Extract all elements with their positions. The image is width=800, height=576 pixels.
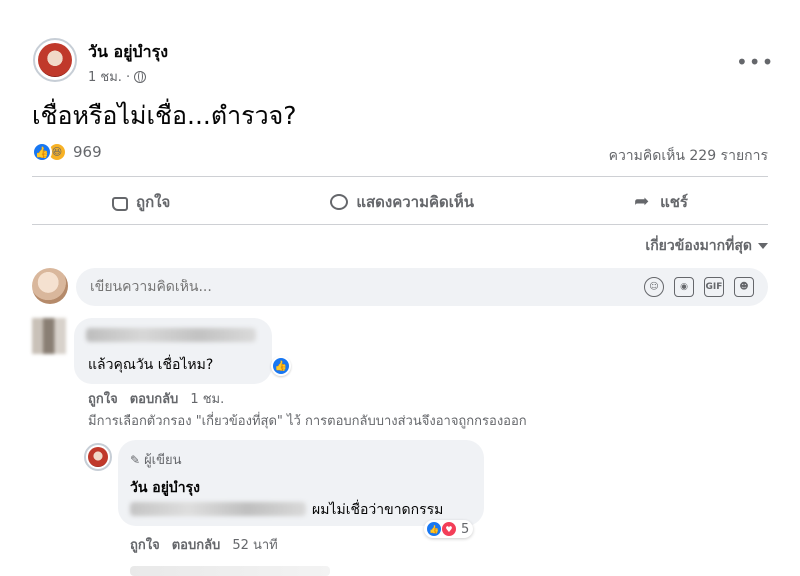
comment-text: แล้วคุณวัน เชื่อไหม?: [88, 357, 214, 373]
comment-like-link[interactable]: ถูกใจ: [88, 388, 118, 409]
like-reaction-icon: 👍: [32, 142, 52, 162]
comment-sort-dropdown[interactable]: เกี่ยวข้องมากที่สุด: [645, 235, 768, 257]
more-options-button[interactable]: •••: [736, 50, 774, 74]
reply-reaction-summary[interactable]: 👍 ♥ 5: [424, 520, 474, 538]
current-user-avatar[interactable]: [32, 268, 68, 304]
like-label: ถูกใจ: [136, 193, 171, 211]
author-badge: ✎ ผู้เขียน: [130, 449, 182, 470]
page-avatar[interactable]: [33, 38, 77, 82]
like-reaction-icon[interactable]: 👍: [271, 356, 291, 376]
reply-author-name[interactable]: วัน อยู่บำรุง: [130, 477, 200, 499]
love-reaction-icon: ♥: [441, 521, 457, 537]
gif-icon[interactable]: GIF: [704, 277, 724, 297]
comment-label: แสดงความคิดเห็น: [356, 193, 475, 211]
reaction-count: 969: [73, 143, 102, 161]
divider: [32, 224, 768, 225]
reply-text: ผมไม่เชื่อว่าขาดกรรม: [312, 502, 444, 518]
reply-reply-link[interactable]: ตอบกลับ: [172, 534, 221, 555]
pencil-icon: ✎: [130, 452, 141, 467]
comment-input[interactable]: [90, 279, 490, 295]
sort-label: เกี่ยวข้องมากที่สุด: [645, 238, 752, 254]
camera-icon[interactable]: ◉: [674, 277, 694, 297]
reaction-summary[interactable]: 👍 😆 969: [32, 142, 102, 162]
commenter-avatar[interactable]: [32, 318, 66, 354]
post-author-name[interactable]: วัน อยู่บำรุง: [88, 40, 168, 65]
comment-button[interactable]: แสดงความคิดเห็น: [330, 190, 474, 214]
comment-count-link[interactable]: ความคิดเห็น 229 รายการ: [609, 145, 768, 167]
post-actions: ถูกใจ แสดงความคิดเห็น ➦ แชร์: [32, 184, 768, 220]
comment-icon: [330, 194, 349, 210]
post-meta: 1 ชม. ·: [88, 66, 147, 87]
post-time[interactable]: 1 ชม. ·: [88, 66, 130, 87]
reply-time[interactable]: 52 นาที: [232, 534, 277, 555]
thumbs-up-icon: [112, 196, 129, 211]
reply-author-avatar[interactable]: [84, 443, 112, 471]
commenter-name-blurred[interactable]: [86, 328, 256, 342]
like-reaction-icon: 👍: [426, 521, 442, 537]
post-text: เชื่อหรือไม่เชื่อ...ตำรวจ?: [32, 101, 297, 130]
divider: [32, 176, 768, 177]
share-arrow-icon: ➦: [634, 191, 650, 212]
share-label: แชร์: [660, 193, 688, 211]
author-badge-label: ผู้เขียน: [144, 453, 182, 468]
globe-icon: [134, 70, 147, 83]
comment-reply-link[interactable]: ตอบกลับ: [130, 388, 179, 409]
more-replies-faded: [130, 566, 330, 576]
comment-composer[interactable]: ☺ ◉ GIF ☻: [76, 268, 768, 306]
caret-down-icon: [758, 243, 768, 249]
comment-actions: ถูกใจ ตอบกลับ 1 ชม.: [88, 388, 224, 409]
filter-notice: มีการเลือกตัวกรอง "เกี่ยวข้องที่สุด" ไว้…: [88, 414, 527, 429]
like-button[interactable]: ถูกใจ: [112, 190, 170, 214]
share-button[interactable]: ➦ แชร์: [634, 190, 688, 214]
sticker-icon[interactable]: ☻: [734, 277, 754, 297]
reply-reaction-count: 5: [461, 521, 470, 537]
mention-blurred[interactable]: [130, 502, 306, 516]
comment-time[interactable]: 1 ชม.: [190, 388, 224, 409]
emoji-icon[interactable]: ☺: [644, 277, 664, 297]
reply-like-link[interactable]: ถูกใจ: [130, 534, 160, 555]
reply-actions: ถูกใจ ตอบกลับ 52 นาที: [130, 534, 278, 555]
